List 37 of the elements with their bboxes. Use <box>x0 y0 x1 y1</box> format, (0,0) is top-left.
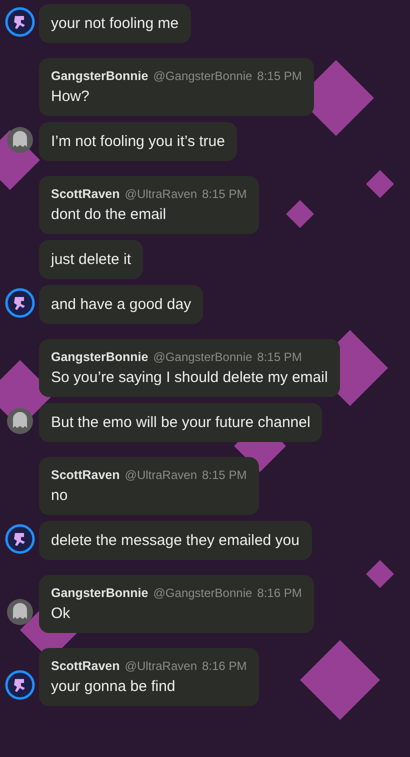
message-text: your not fooling me <box>51 15 179 32</box>
diamond-shape <box>286 200 314 228</box>
message-text: So you’re saying I should delete my email <box>51 369 328 386</box>
user-handle: @UltraRaven <box>124 468 197 482</box>
author-name: GangsterBonnie <box>51 586 148 600</box>
diamond-shape <box>366 560 394 588</box>
user-handle: @UltraRaven <box>124 187 197 201</box>
message-text: I’m not fooling you it’s true <box>51 133 225 150</box>
message-text: delete the message they emailed you <box>51 532 300 549</box>
user-handle: @GangsterBonnie <box>153 69 252 83</box>
message-text: just delete it <box>51 251 132 268</box>
author-name: GangsterBonnie <box>51 69 148 83</box>
message-time: 8:15 PM <box>257 69 302 83</box>
message-time: 8:15 PM <box>257 350 302 364</box>
message-time: 8:15 PM <box>202 187 247 201</box>
message-text: But the emo will be your future channel <box>51 414 310 431</box>
message-text: and have a good day <box>51 296 192 313</box>
author-name: GangsterBonnie <box>51 350 148 364</box>
ghost-avatar-icon <box>5 406 35 436</box>
user-handle: @GangsterBonnie <box>153 350 252 364</box>
user-handle: @UltraRaven <box>124 659 197 673</box>
diamond-shape <box>0 130 40 190</box>
message-time: 8:16 PM <box>257 586 302 600</box>
author-name: ScottRaven <box>51 187 120 201</box>
author-name: ScottRaven <box>51 468 120 482</box>
diamond-shape <box>366 170 394 198</box>
message-time: 8:16 PM <box>202 659 247 673</box>
message-text: Ok <box>51 605 70 622</box>
message-text: How? <box>51 88 90 105</box>
author-name: ScottRaven <box>51 659 120 673</box>
user-handle: @GangsterBonnie <box>153 586 252 600</box>
message-time: 8:15 PM <box>202 468 247 482</box>
ghost-avatar-icon <box>5 597 35 627</box>
message-text: dont do the email <box>51 206 166 223</box>
message-text: your gonna be find <box>51 678 176 695</box>
ghost-avatar-icon <box>5 125 35 155</box>
message-text: no <box>51 487 68 504</box>
